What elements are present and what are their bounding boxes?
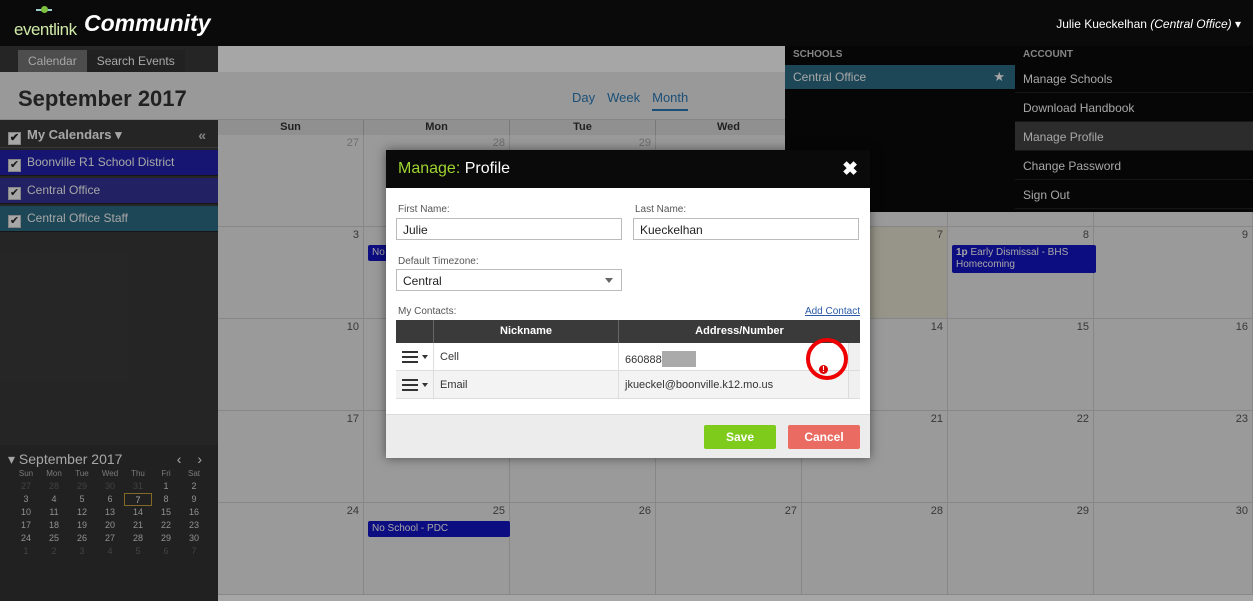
last-name-field[interactable]: Kueckelhan — [633, 218, 859, 240]
table-row: Email jkueckel@boonville.k12.mo.us — [396, 371, 860, 399]
contacts-label: My Contacts: — [398, 306, 457, 317]
top-bar: eventlink Community Julie Kueckelhan (Ce… — [0, 0, 1253, 46]
menu-icon — [402, 379, 418, 391]
add-contact-link[interactable]: Add Contact — [805, 306, 860, 317]
timezone-label: Default Timezone: — [398, 256, 479, 267]
scrollbar[interactable] — [848, 343, 860, 370]
app-title: Community — [84, 10, 211, 36]
user-menu[interactable]: Julie Kueckelhan (Central Office) ▾ — [1056, 17, 1241, 31]
modal-header: Manage: Profile ✖ — [386, 150, 870, 188]
modal-title: Profile — [460, 160, 511, 177]
highlight-ring — [806, 338, 848, 380]
scrollbar[interactable] — [848, 371, 860, 398]
logo-text: eventlink — [14, 20, 77, 39]
first-name-label: First Name: — [398, 204, 450, 215]
caret-down-icon: ▾ — [1234, 17, 1241, 31]
eventlink-logo[interactable]: eventlink — [14, 6, 77, 42]
chevron-down-icon — [605, 278, 613, 283]
last-name-label: Last Name: — [635, 204, 687, 215]
address-value: 660888 — [625, 354, 662, 366]
logo-mark-icon — [36, 6, 52, 14]
timezone-value: Central — [403, 274, 442, 288]
table-row: Cell 660888 — [396, 343, 860, 371]
redaction-box — [661, 351, 696, 367]
row-menu[interactable] — [396, 371, 434, 398]
row-menu[interactable] — [396, 343, 434, 370]
app: eventlink Community Julie Kueckelhan (Ce… — [0, 0, 1253, 601]
contacts-table-header: Nickname Address/Number — [396, 320, 860, 343]
modal-title-label: Manage: — [398, 160, 461, 177]
warning-icon[interactable]: ! — [819, 365, 828, 374]
save-button[interactable]: Save — [704, 425, 776, 449]
cancel-button[interactable]: Cancel — [788, 425, 860, 449]
timezone-select[interactable]: Central — [396, 269, 622, 291]
close-icon[interactable]: ✖ — [842, 158, 858, 181]
chevron-down-icon — [422, 383, 428, 387]
nickname-cell[interactable]: Cell — [434, 343, 619, 370]
first-name-field[interactable]: Julie — [396, 218, 622, 240]
user-name: Julie Kueckelhan — [1056, 17, 1147, 31]
header-nickname: Nickname — [434, 320, 619, 343]
contacts-table: Nickname Address/Number Cell 660888 Emai… — [396, 320, 860, 399]
manage-profile-modal: Manage: Profile ✖ First Name: Julie Last… — [386, 150, 870, 458]
user-location: (Central Office) — [1150, 17, 1232, 31]
menu-icon — [402, 351, 418, 363]
chevron-down-icon — [422, 355, 428, 359]
nickname-cell[interactable]: Email — [434, 371, 619, 398]
modal-footer: Save Cancel — [386, 414, 870, 458]
header-handle — [396, 320, 434, 343]
